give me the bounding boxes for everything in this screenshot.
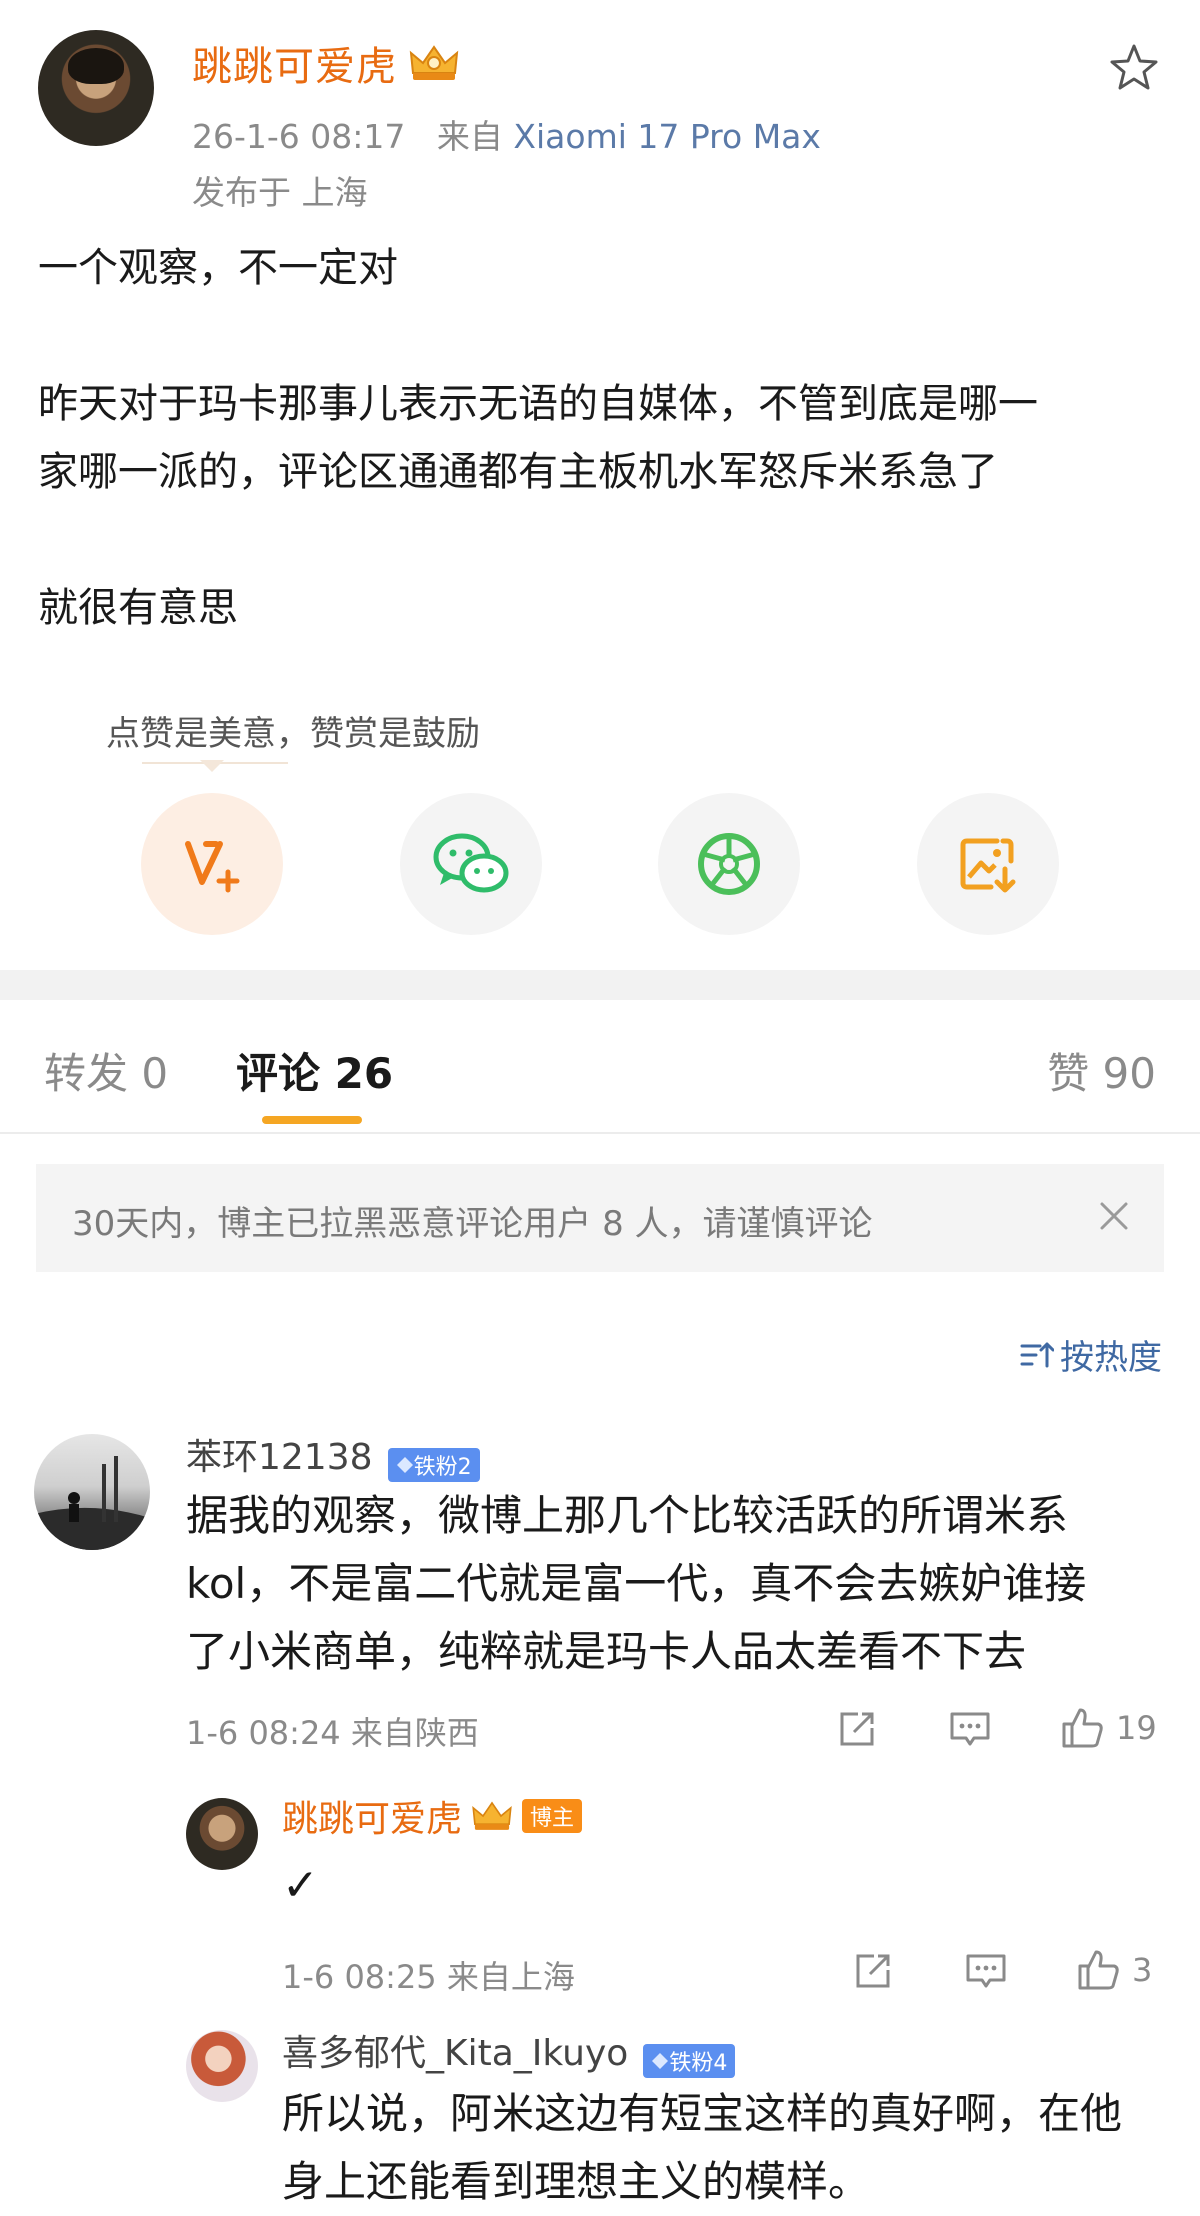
sort-icon [1020,1342,1054,1367]
share-moments-button[interactable] [658,793,800,935]
post-line-3: 家哪一派的，评论区通通都有主板机水军怒斥米系急了 [38,449,998,495]
fan-badge: 铁粉2 [387,1447,480,1482]
reply-comment-icon[interactable] [964,1950,1008,1992]
tabs-divider [0,1132,1200,1134]
close-icon[interactable] [1094,1196,1134,1236]
like-button[interactable]: 19 [1058,1704,1157,1752]
tab-comments[interactable]: 评论 26 [236,1040,393,1101]
fan-badge-label: 铁粉2 [413,1454,472,1480]
fan-badge: 铁粉4 [643,2043,736,2078]
reply-avatar-kita[interactable] [186,2030,258,2102]
favorite-star-icon[interactable] [1106,40,1162,96]
host-badge: 博主 [522,1799,583,1833]
like-count: 19 [1116,1709,1157,1747]
comment-header: 苯环12138 铁粉2 [186,1428,480,1482]
moments-shutter-icon [698,833,760,895]
post-location: 发布于 上海 [192,173,368,212]
commenter-name[interactable]: 苯环12138 [186,1437,373,1478]
reward-tip: 点赞是美意，赞赏是鼓励 [106,714,480,754]
tab-likes[interactable]: 赞 90 [1047,1040,1156,1101]
comment-meta: 1-6 08:24 来自陕西 [186,1714,479,1752]
reply-header-host: 跳跳可爱虎 博主 [282,1790,583,1842]
post-meta: 26-1-6 08:17 来自 Xiaomi 17 Pro Max [192,110,821,158]
reply-repost-icon[interactable] [852,1950,894,1992]
post-line-1: 一个观察，不一定对 [38,245,398,291]
reply-text-host: ✓ [282,1860,319,1911]
avatar-silhouette-icon [34,1456,150,1550]
diamond-icon [396,1456,413,1473]
reply-name-host[interactable]: 跳跳可爱虎 [282,1790,462,1842]
thumbs-up-icon [1062,1708,1103,1748]
share-wechat-button[interactable] [400,793,542,935]
reply-line-1: 所以说，阿米这边有短宝这样的真好啊，在他 [282,2089,1123,2138]
author-avatar[interactable] [38,30,154,146]
post-line-4: 就很有意思 [38,585,238,631]
comment-line-3: 了小米商单，纯粹就是玛卡人品太差看不下去 [186,1627,1027,1676]
crown-badge-icon [472,1801,512,1830]
commenter-avatar[interactable] [34,1434,150,1550]
reply-name-kita[interactable]: 喜多郁代_Kita_Ikuyo [282,2033,628,2074]
blocked-users-notice: 30天内，博主已拉黑恶意评论用户 8 人，请谨慎评论 [36,1164,1164,1272]
author-name-row[interactable]: 跳跳可爱虎 [192,34,461,92]
tip-arrow [200,760,224,772]
post-line-2: 昨天对于玛卡那事儿表示无语的自媒体，不管到底是哪一 [38,381,1038,427]
comment-line-1: 据我的观察，微博上那几个比较活跃的所谓米系 [186,1491,1069,1540]
device-link[interactable]: Xiaomi 17 Pro Max [513,117,821,156]
comment-line-2: kol，不是富二代就是富一代，真不会去嫉妒谁接 [186,1559,1087,1608]
tab-repost[interactable]: 转发 0 [44,1040,168,1101]
source-prefix: 来自 [436,117,503,156]
wechat-icon [433,833,509,893]
post-time: 26-1-6 08:17 [192,117,406,156]
author-name[interactable]: 跳跳可爱虎 [192,34,397,92]
section-divider [0,970,1200,1000]
diamond-icon [652,2052,669,2069]
notice-text: 30天内，博主已拉黑恶意评论用户 8 人，请谨慎评论 [72,1204,873,1244]
reply-header-kita: 喜多郁代_Kita_Ikuyo 铁粉4 [282,2024,736,2078]
save-image-button[interactable] [917,793,1059,935]
thumbs-up-icon [1078,1950,1119,1990]
fan-badge-label: 铁粉4 [669,2050,728,2076]
reply-like-button[interactable]: 3 [1074,1946,1152,1994]
repost-icon[interactable] [836,1708,878,1750]
reply-line-2: 身上还能看到理想主义的模样。 [282,2157,871,2206]
sort-label: 按热度 [1060,1338,1162,1378]
reply-avatar-host[interactable] [186,1798,258,1870]
comment-icon[interactable] [948,1708,992,1750]
sort-button[interactable]: 按热度 [1020,1330,1162,1379]
reply-meta-host: 1-6 08:25 来自上海 [282,1958,575,1996]
save-image-icon [960,838,1016,893]
reward-v-plus-icon [185,841,240,893]
reward-button[interactable] [141,793,283,935]
reply-like-count: 3 [1132,1951,1153,1989]
crown-badge-icon [409,45,459,80]
active-tab-indicator [262,1116,362,1124]
